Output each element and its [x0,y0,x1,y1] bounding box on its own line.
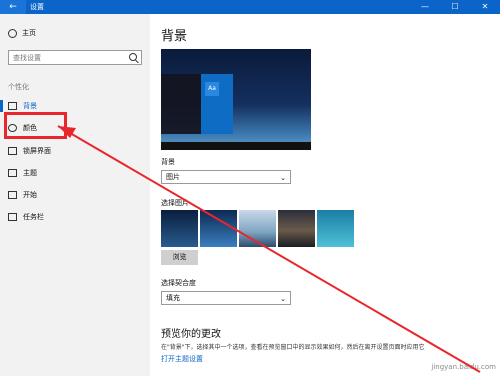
background-dropdown[interactable]: 图片 ⌄ [161,170,291,184]
preview-taskbar [161,142,311,150]
maximize-button[interactable]: ☐ [440,0,470,14]
title-bar: ← 设置 — ☐ ✕ [0,0,500,14]
choose-picture-label: 选择图片 [161,199,189,207]
search-icon[interactable] [129,53,137,61]
fit-value: 填充 [166,294,180,302]
sidebar-item-background[interactable]: 背景 [8,100,37,112]
sidebar-item-label: 背景 [23,102,37,110]
background-value: 图片 [166,173,180,181]
start-icon [8,191,17,199]
background-label: 背景 [161,158,175,166]
preview-description: 在"背景"下，选择其中一个选项，查看在预览窗口中的显示效果如何，然后在离开设置页… [161,344,425,351]
sidebar-item-label: 开始 [23,191,37,199]
annotation-highlight-box [4,112,67,139]
browse-button[interactable]: 浏览 [161,250,198,265]
sidebar-item-themes[interactable]: 主题 [8,167,37,179]
background-preview: Aa [161,49,311,150]
picture-thumbnail[interactable] [200,210,237,247]
sidebar: 主页 个性化 背景 颜色 锁屏界面 主题 开始 任务栏 [0,14,150,376]
picture-thumbnail[interactable] [239,210,276,247]
preview-section-title: 预览你的更改 [161,329,221,340]
minimize-button[interactable]: — [410,0,440,14]
picture-icon [8,102,17,110]
picture-thumbnails [161,210,354,247]
sidebar-item-start[interactable]: 开始 [8,189,37,201]
app-title: 设置 [30,3,44,11]
main-content: 背景 Aa 背景 图片 ⌄ 选择图片 浏览 选择契合度 填充 ⌄ 预览你的更改 … [150,14,500,376]
taskbar-icon [8,213,17,221]
picture-thumbnail[interactable] [161,210,198,247]
search-box[interactable] [8,50,142,65]
gear-icon [8,28,17,38]
picture-thumbnail[interactable] [317,210,354,247]
theme-settings-link[interactable]: 打开主题设置 [161,354,203,364]
brush-icon [8,169,17,177]
page-title: 背景 [161,29,188,44]
sidebar-item-label: 锁屏界面 [23,147,51,155]
selection-indicator [0,100,3,112]
sidebar-item-lock-screen[interactable]: 锁屏界面 [8,145,51,157]
back-button[interactable]: ← [0,0,26,14]
lock-screen-icon [8,147,17,155]
chevron-down-icon: ⌄ [280,174,286,182]
chevron-down-icon: ⌄ [280,295,286,303]
sidebar-item-taskbar[interactable]: 任务栏 [8,211,44,223]
fit-dropdown[interactable]: 填充 ⌄ [161,291,291,305]
back-arrow-icon: ← [9,2,17,12]
sidebar-item-label: 主题 [23,169,37,177]
fit-label: 选择契合度 [161,279,196,287]
home-label: 主页 [22,29,36,37]
search-input[interactable] [9,51,119,64]
preview-tile: Aa [205,82,219,96]
home-nav[interactable]: 主页 [8,28,36,38]
section-label: 个性化 [8,83,29,91]
sidebar-item-label: 任务栏 [23,213,44,221]
close-button[interactable]: ✕ [470,0,500,14]
window-controls: — ☐ ✕ [410,0,500,14]
watermark: jingyan.baidu.com [431,363,496,371]
picture-thumbnail[interactable] [278,210,315,247]
